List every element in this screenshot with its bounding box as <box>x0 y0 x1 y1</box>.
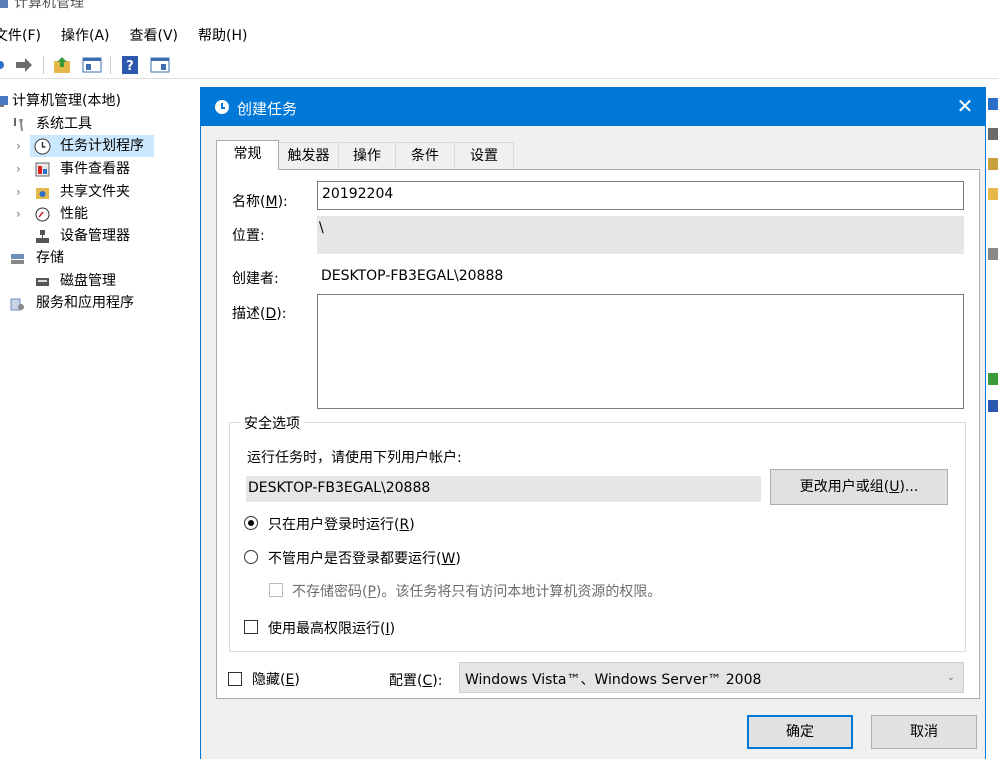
forward-arrow-icon[interactable] <box>14 55 34 75</box>
chevron-right-icon[interactable]: › <box>16 158 21 180</box>
svg-text:?: ? <box>126 59 134 74</box>
main-window-title-text: 计算机管理 <box>14 0 84 11</box>
menu-view[interactable]: 查看(V) <box>120 25 189 47</box>
tree-item-task-scheduler[interactable]: › 任务计划程序 <box>16 135 154 157</box>
hidden-label: 隐藏(E) <box>252 672 300 688</box>
menu-bar: 文件(F) 操作(A) 查看(V) 帮助(H) <box>0 25 257 47</box>
tab-triggers[interactable]: 触发器 <box>278 142 339 168</box>
dialog-title: 创建任务 <box>237 100 298 118</box>
chevron-right-icon[interactable]: › <box>16 181 21 203</box>
chevron-right-icon[interactable]: › <box>16 203 21 225</box>
hidden-checkbox[interactable] <box>228 672 242 686</box>
configure-for-value: Windows Vista™、Windows Server™ 2008 <box>465 672 762 688</box>
tab-settings[interactable]: 设置 <box>454 142 514 168</box>
action-icon <box>988 98 998 110</box>
close-icon[interactable]: ✕ <box>954 95 976 117</box>
action-icon <box>988 373 998 385</box>
action-icon <box>988 158 998 170</box>
device-manager-icon <box>36 230 49 243</box>
tools-icon <box>14 118 23 131</box>
chevron-down-icon: ⌄ <box>946 672 955 683</box>
description-label: 描述(D): <box>232 306 287 322</box>
security-options-legend: 安全选项 <box>240 413 304 433</box>
run-whether-logged-on-label: 不管用户是否登录都要运行(W) <box>268 551 461 567</box>
create-task-dialog: 创建任务 ✕ 常规 触发器 操作 条件 设置 名称(M): 20192204 位… <box>200 87 986 759</box>
storage-icon <box>11 254 24 264</box>
highest-privileges-checkbox[interactable] <box>244 620 258 634</box>
menu-file[interactable]: 文件(F) <box>0 25 51 47</box>
dialog-title-bar[interactable]: 创建任务 ✕ <box>201 88 986 126</box>
highest-privileges-label: 使用最高权限运行(I) <box>268 621 396 637</box>
general-tab-panel: 名称(M): 20192204 位置: \ 创建者: DESKTOP-FB3EG… <box>216 169 980 699</box>
clock-icon <box>34 138 51 155</box>
computer-management-icon <box>0 96 8 107</box>
computer-management-icon <box>0 0 8 8</box>
do-not-store-password-label: 不存储密码(P)。该任务将只有访问本地计算机资源的权限。 <box>292 584 662 600</box>
toolbar: ? <box>0 52 998 79</box>
show-hide-tree-icon[interactable] <box>82 55 102 75</box>
tab-actions[interactable]: 操作 <box>338 142 396 168</box>
ok-button[interactable]: 确定 <box>747 715 853 749</box>
security-options-group: 安全选项 运行任务时，请使用下列用户帐户: DESKTOP-FB3EGAL\20… <box>229 413 966 652</box>
action-pane-icon[interactable] <box>150 55 170 75</box>
shared-folder-icon <box>36 188 49 199</box>
action-icon <box>988 188 998 200</box>
toolbar-separator <box>110 56 111 74</box>
chevron-right-icon[interactable]: › <box>16 135 21 157</box>
performance-icon <box>35 207 50 222</box>
configure-for-label: 配置(C): <box>389 673 443 689</box>
tab-conditions[interactable]: 条件 <box>395 142 455 168</box>
do-not-store-password-checkbox[interactable] <box>269 583 283 597</box>
main-window-title: 计算机管理 <box>0 0 84 12</box>
run-whether-logged-on-radio[interactable] <box>244 550 258 564</box>
name-label: 名称(M): <box>232 194 288 210</box>
description-field[interactable] <box>317 294 964 409</box>
menu-action[interactable]: 操作(A) <box>51 25 120 47</box>
cancel-button[interactable]: 取消 <box>871 715 977 749</box>
location-value: \ <box>317 216 964 254</box>
tab-general[interactable]: 常规 <box>216 140 279 170</box>
author-value: DESKTOP-FB3EGAL\20888 <box>321 268 504 284</box>
up-folder-icon[interactable] <box>52 55 72 75</box>
event-viewer-icon <box>35 162 50 177</box>
toolbar-separator <box>43 56 44 74</box>
back-icon[interactable] <box>0 55 10 75</box>
run-only-logged-on-label: 只在用户登录时运行(R) <box>268 517 415 533</box>
configure-for-select[interactable]: Windows Vista™、Windows Server™ 2008 ⌄ <box>459 662 964 693</box>
change-user-button[interactable]: 更改用户或组(U)... <box>770 469 948 505</box>
action-icon <box>988 248 998 260</box>
background-actions-pane <box>986 88 998 759</box>
help-icon <box>988 400 998 412</box>
menu-help[interactable]: 帮助(H) <box>188 25 257 47</box>
action-icon <box>988 128 998 140</box>
user-account-value: DESKTOP-FB3EGAL\20888 <box>246 476 761 502</box>
name-field[interactable]: 20192204 <box>317 181 964 210</box>
disk-icon <box>36 278 49 286</box>
clock-icon <box>215 100 229 114</box>
run-as-prompt: 运行任务时，请使用下列用户帐户: <box>247 450 462 466</box>
run-only-logged-on-radio[interactable] <box>244 516 258 530</box>
author-label: 创建者: <box>232 271 279 287</box>
services-icon <box>10 298 24 311</box>
location-label: 位置: <box>232 228 265 244</box>
help-icon[interactable]: ? <box>120 55 140 75</box>
